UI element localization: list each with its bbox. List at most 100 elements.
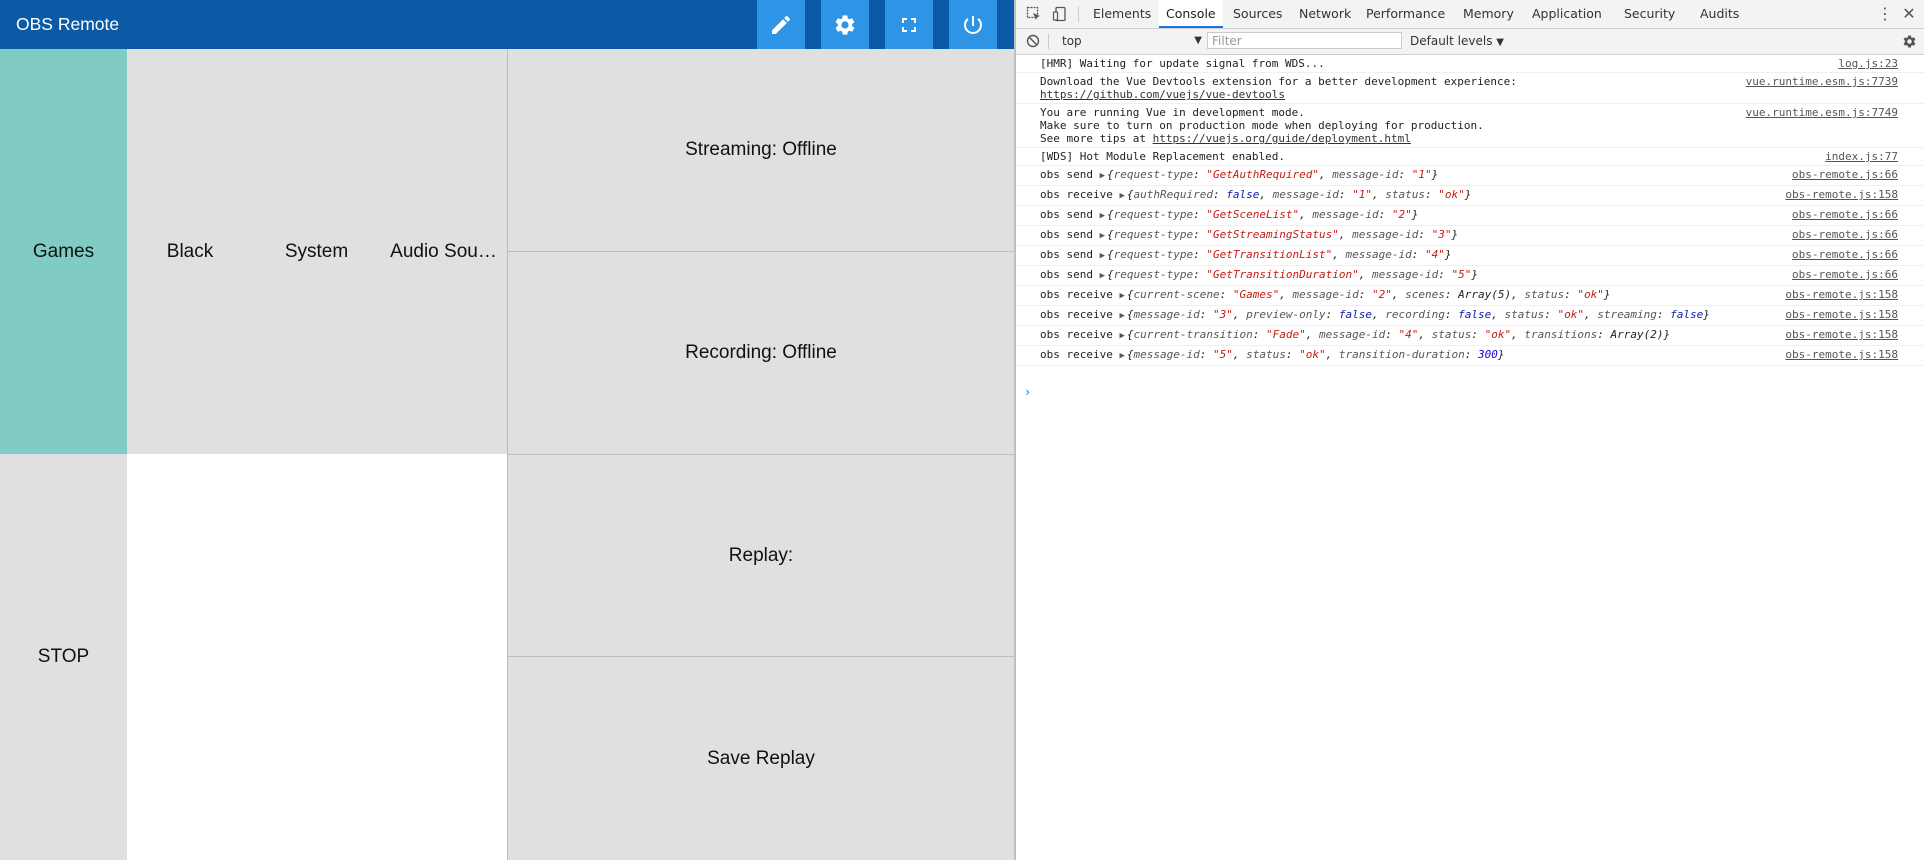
streaming-button[interactable]: Streaming: Offline — [508, 49, 1014, 252]
scene-games[interactable]: Games — [0, 49, 127, 454]
close-icon[interactable]: ✕ — [1900, 4, 1918, 24]
tab-sources[interactable]: Sources — [1226, 0, 1289, 28]
device-toolbar-icon[interactable] — [1052, 6, 1068, 22]
object-value: "ok" — [1484, 328, 1512, 341]
object-preview[interactable]: {request-type: "GetTransitionList", mess… — [1107, 248, 1451, 261]
object-preview[interactable]: {request-type: "GetStreamingStatus", mes… — [1107, 228, 1458, 241]
object-value: Array(2) — [1610, 328, 1664, 341]
object-key: status — [1385, 188, 1425, 201]
console-message: obs-remote.js:66 obs send ▶ {request-type:… — [1016, 226, 1924, 246]
filter-input[interactable] — [1207, 32, 1402, 49]
object-value: false — [1338, 308, 1372, 321]
tab-audits[interactable]: Audits — [1693, 0, 1746, 28]
expand-triangle-icon[interactable]: ▶ — [1119, 290, 1124, 303]
source-link[interactable]: obs-remote.js:66 — [1792, 248, 1898, 261]
tab-memory[interactable]: Memory — [1456, 0, 1521, 28]
object-value: false — [1670, 308, 1704, 321]
source-link[interactable]: vue.runtime.esm.js:7739 — [1746, 75, 1898, 88]
expand-triangle-icon[interactable]: ▶ — [1119, 330, 1124, 343]
object-value: "GetStreamingStatus" — [1206, 228, 1339, 241]
clear-console-icon[interactable] — [1026, 34, 1040, 48]
source-link[interactable]: obs-remote.js:66 — [1792, 228, 1898, 241]
source-link[interactable]: obs-remote.js:158 — [1785, 188, 1898, 201]
message-link[interactable]: https://github.com/vuejs/vue-devtools — [1040, 88, 1285, 101]
scene-label: System — [284, 240, 349, 262]
object-value: 300 — [1477, 348, 1498, 361]
object-value: "GetAuthRequired" — [1206, 168, 1319, 181]
expand-triangle-icon[interactable]: ▶ — [1100, 230, 1105, 243]
object-value: "4" — [1424, 248, 1445, 261]
expand-triangle-icon[interactable]: ▶ — [1119, 350, 1124, 363]
power-button[interactable] — [949, 0, 997, 49]
object-preview[interactable]: {authRequired: false, message-id: "1", s… — [1127, 188, 1471, 201]
expand-triangle-icon[interactable]: ▶ — [1100, 270, 1105, 283]
expand-triangle-icon[interactable]: ▶ — [1100, 250, 1105, 263]
object-key: status — [1431, 328, 1472, 341]
tab-console[interactable]: Console — [1159, 0, 1223, 28]
save-replay-button[interactable]: Save Replay — [508, 657, 1014, 860]
stop-button[interactable]: STOP — [0, 454, 127, 860]
source-link[interactable]: index.js:77 — [1825, 150, 1898, 163]
source-link[interactable]: obs-remote.js:158 — [1785, 348, 1898, 361]
source-link[interactable]: obs-remote.js:158 — [1785, 288, 1898, 301]
source-link[interactable]: obs-remote.js:158 — [1785, 328, 1898, 341]
object-key: message-id — [1332, 168, 1399, 181]
inspect-element-icon[interactable] — [1026, 6, 1042, 22]
object-preview[interactable]: {current-transition: "Fade", message-id:… — [1127, 328, 1670, 341]
object-preview[interactable]: {request-type: "GetAuthRequired", messag… — [1107, 168, 1438, 181]
console-message: obs-remote.js:158 obs receive ▶ {message-i… — [1016, 346, 1924, 366]
source-link[interactable]: obs-remote.js:66 — [1792, 268, 1898, 281]
tab-performance[interactable]: Performance — [1359, 0, 1452, 28]
scene-label: Black — [166, 240, 214, 262]
replay-button[interactable]: Replay: — [508, 455, 1014, 657]
context-selector[interactable]: top ▼ — [1056, 32, 1212, 50]
object-key: request-type — [1113, 268, 1194, 281]
console-message: obs-remote.js:158 obs receive ▶ {current-s… — [1016, 286, 1924, 306]
object-key: message-id — [1345, 248, 1412, 261]
source-link[interactable]: vue.runtime.esm.js:7749 — [1746, 106, 1898, 119]
tab-security[interactable]: Security — [1617, 0, 1682, 28]
object-preview[interactable]: {request-type: "GetTransitionDuration", … — [1107, 268, 1478, 281]
console-prompt[interactable]: › — [1024, 385, 1031, 399]
console-settings-icon[interactable] — [1902, 34, 1917, 49]
replay-status: Replay: — [728, 544, 794, 566]
scene-audio-sources[interactable]: Audio Sou… — [380, 49, 507, 454]
object-preview[interactable]: {current-scene: "Games", message-id: "2"… — [1127, 288, 1611, 301]
recording-button[interactable]: Recording: Offline — [508, 252, 1014, 455]
object-preview[interactable]: {message-id: "5", status: "ok", transiti… — [1127, 348, 1505, 361]
message-link[interactable]: https://vuejs.org/guide/deployment.html — [1153, 132, 1411, 145]
source-link[interactable]: obs-remote.js:158 — [1785, 308, 1898, 321]
expand-triangle-icon[interactable]: ▶ — [1119, 310, 1124, 323]
app-title: OBS Remote — [16, 14, 120, 34]
object-value: "ok" — [1299, 348, 1326, 361]
console-message: index.js:77 [WDS] Hot Module Replacement … — [1016, 148, 1924, 166]
source-link[interactable]: obs-remote.js:66 — [1792, 168, 1898, 181]
object-preview[interactable]: {message-id: "3", preview-only: false, r… — [1127, 308, 1710, 321]
tab-elements[interactable]: Elements — [1086, 0, 1158, 28]
expand-triangle-icon[interactable]: ▶ — [1100, 210, 1105, 223]
message-prefix: obs send — [1040, 268, 1100, 281]
edit-button[interactable] — [757, 0, 805, 49]
save-replay-label: Save Replay — [707, 747, 815, 769]
caret-down-icon: ▼ — [1496, 37, 1504, 48]
tab-network[interactable]: Network — [1292, 0, 1358, 28]
expand-triangle-icon[interactable]: ▶ — [1100, 170, 1105, 183]
scene-system[interactable]: System — [253, 49, 380, 454]
more-options-icon[interactable]: ⋮ — [1876, 4, 1894, 24]
object-preview[interactable]: {request-type: "GetSceneList", message-i… — [1107, 208, 1418, 221]
power-icon — [964, 15, 982, 34]
fullscreen-button[interactable] — [885, 0, 933, 49]
object-value: "ok" — [1438, 188, 1465, 201]
source-link[interactable]: obs-remote.js:66 — [1792, 208, 1898, 221]
scene-black[interactable]: Black — [127, 49, 253, 454]
log-levels-dropdown[interactable]: Default levels ▼ — [1410, 32, 1504, 50]
expand-triangle-icon[interactable]: ▶ — [1119, 190, 1124, 203]
settings-button[interactable] — [821, 0, 869, 49]
object-key: status — [1524, 288, 1565, 301]
object-key: streaming — [1597, 308, 1657, 321]
tab-application[interactable]: Application — [1525, 0, 1609, 28]
object-value: Array(5) — [1458, 288, 1512, 301]
console-message: obs-remote.js:66 obs send ▶ {request-type:… — [1016, 246, 1924, 266]
pencil-icon — [772, 15, 791, 34]
source-link[interactable]: log.js:23 — [1838, 57, 1898, 70]
